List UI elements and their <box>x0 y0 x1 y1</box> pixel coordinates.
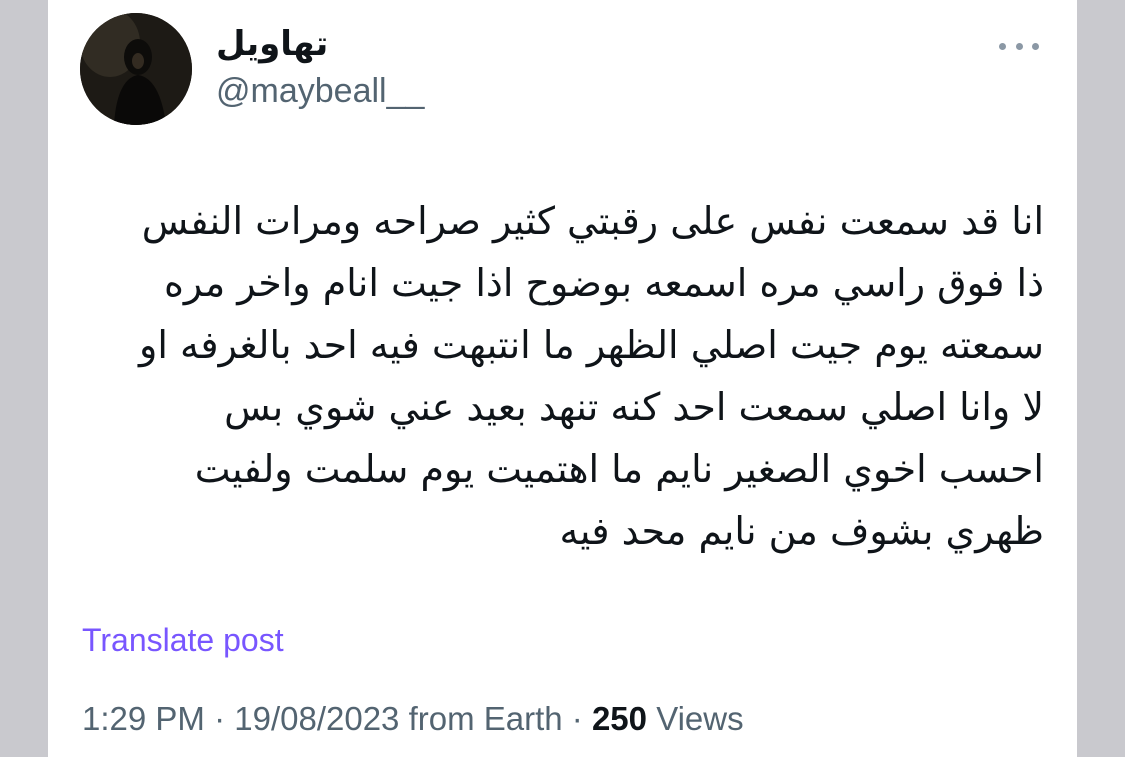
tweet-text-line: لا وانا اصلي سمعت احد كنه تنهد بعيد عني … <box>224 385 1044 429</box>
tweet-text: انا قد سمعت نفس على رقبتي كثير صراحه ومر… <box>82 190 1044 562</box>
tweet-card: تهاويل @maybeall__ انا قد سمعت نفس على ر… <box>48 0 1077 757</box>
tweet-text-line: سمعته يوم جيت اصلي الظهر ما انتبهت فيه ا… <box>139 323 1044 367</box>
author-display-name[interactable]: تهاويل <box>216 24 328 64</box>
more-horizontal-icon-dot <box>1015 42 1023 50</box>
more-horizontal-icon <box>999 42 1006 50</box>
translate-post-link[interactable]: Translate post <box>82 622 284 659</box>
tweet-text-line: احسب اخوي الصغير نايم ما اهتميت يوم سلمت… <box>194 447 1044 491</box>
tweet-time[interactable]: 1:29 PM <box>82 700 205 737</box>
tweet-date[interactable]: 19/08/2023 <box>234 700 399 737</box>
views-count[interactable]: 250 <box>592 700 647 737</box>
tweet-text-line: ظهري بشوف من نايم محد فيه <box>559 509 1045 553</box>
more-horizontal-icon-dot <box>1032 42 1039 50</box>
tweet-source: from Earth <box>408 700 563 737</box>
tweet-text-line: انا قد سمعت نفس على رقبتي كثير صراحه ومر… <box>141 199 1044 243</box>
author-handle[interactable]: @maybeall__ <box>216 72 424 111</box>
avatar-image <box>80 13 192 125</box>
tweet-text-line: ذا فوق راسي مره اسمعه بوضوح اذا جيت انام… <box>163 261 1044 305</box>
meta-separator: · <box>562 700 592 737</box>
meta-separator: · <box>204 700 235 737</box>
avatar[interactable] <box>80 13 192 125</box>
tweet-meta: 1:29 PM · 19/08/2023 from Earth · 250 Vi… <box>82 700 744 738</box>
more-options-button[interactable] <box>999 34 1039 58</box>
views-label[interactable]: Views <box>656 700 743 737</box>
